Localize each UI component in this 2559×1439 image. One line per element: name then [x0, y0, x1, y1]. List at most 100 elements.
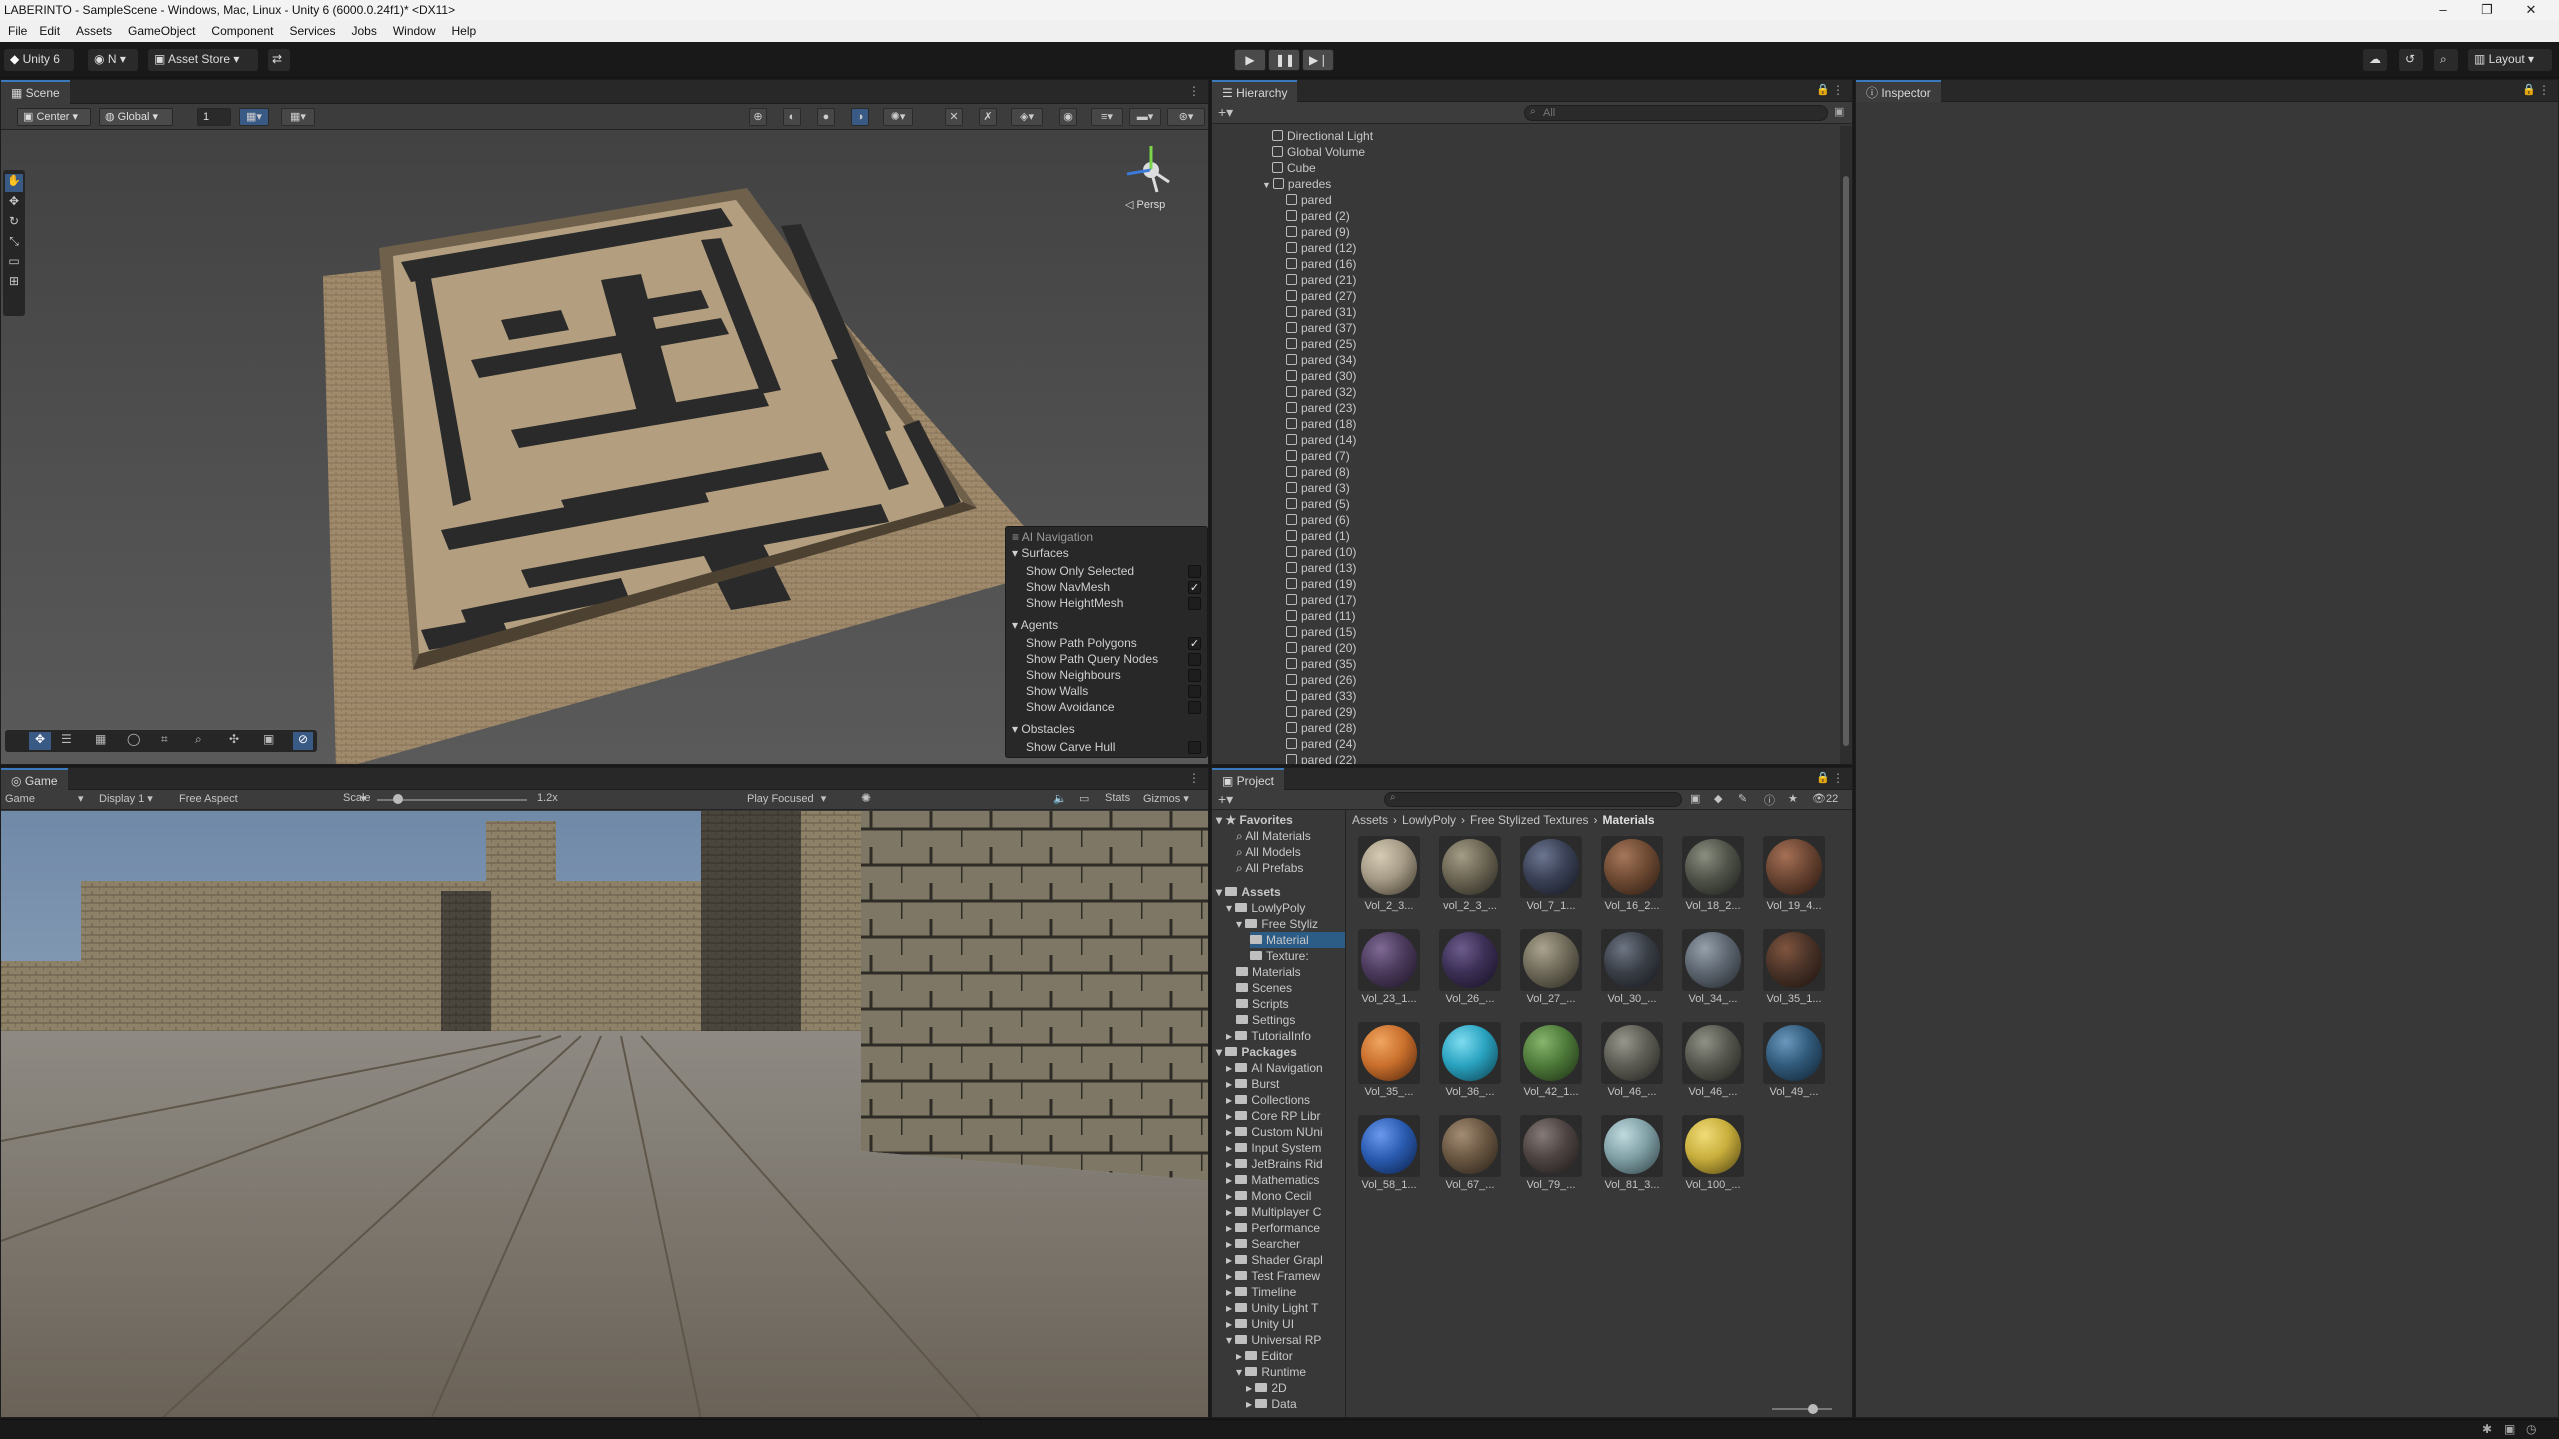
material-thumb[interactable]: Vol_67_... [1439, 1115, 1501, 1191]
transform-tool-icon[interactable]: ⊞ [5, 274, 23, 292]
tree-item[interactable]: pared (35) [1286, 656, 1356, 672]
tree-item[interactable]: pared (14) [1286, 432, 1356, 448]
material-thumb[interactable]: Vol_7_1... [1520, 836, 1582, 912]
folder-item[interactable]: ▸ Input System [1226, 1140, 1321, 1156]
folder-item[interactable]: ⌕ All Materials [1236, 828, 1311, 844]
grid-snap-icon[interactable]: ▦▾ [239, 108, 269, 126]
material-thumb[interactable]: Vol_100_... [1682, 1115, 1744, 1191]
tree-item[interactable]: pared (11) [1286, 608, 1355, 624]
projection-label[interactable]: ◁ Persp [1125, 198, 1165, 211]
tree-item[interactable]: pared (27) [1286, 288, 1356, 304]
material-thumb[interactable]: Vol_19_4... [1763, 836, 1825, 912]
tree-item[interactable]: pared (7) [1286, 448, 1350, 464]
material-thumb[interactable]: Vol_34_... [1682, 929, 1744, 1005]
material-thumb[interactable]: Vol_27_... [1520, 929, 1582, 1005]
tab-hierarchy[interactable]: ☰ Hierarchy [1212, 80, 1298, 102]
gizmos-dropdown-icon[interactable]: ⊛▾ [1167, 108, 1205, 126]
search-by-label-icon[interactable]: ◆ [1714, 792, 1722, 805]
menu-gameobject[interactable]: GameObject [128, 24, 195, 38]
tree-item[interactable]: ▼ paredes [1262, 176, 1331, 192]
tree-item[interactable]: pared (2) [1286, 208, 1350, 224]
vsync-icon[interactable]: ▭ [1079, 792, 1089, 805]
panel-menu-icon[interactable]: ⋮ [2538, 83, 2550, 97]
material-thumb[interactable]: Vol_81_3... [1601, 1115, 1663, 1191]
audio-toggle-icon[interactable]: ◈▾ [1011, 108, 1043, 126]
nav-tool-2-icon[interactable]: ☰ [61, 732, 72, 746]
menu-services[interactable]: Services [289, 24, 335, 38]
tree-item[interactable]: pared (16) [1286, 256, 1356, 272]
search-by-type-icon[interactable]: ▣ [1690, 792, 1700, 805]
agents-foldout[interactable]: ▾ Agents [1012, 617, 1058, 633]
lighting-toggle-icon[interactable]: ✗ [979, 108, 997, 126]
folder-item[interactable]: Settings [1236, 1012, 1295, 1028]
history-icon[interactable]: ↺ [2399, 49, 2423, 71]
maximize-icon[interactable]: ❐ [2465, 0, 2509, 20]
nav-tool-1-icon[interactable]: ✥ [29, 732, 51, 750]
visibility-icon[interactable]: ◉ [1059, 108, 1077, 126]
play-focused-dropdown[interactable]: Play Focused ▾ [747, 792, 826, 805]
hierarchy-scrollbar[interactable] [1840, 126, 1852, 764]
material-thumb[interactable]: Vol_26_... [1439, 929, 1501, 1005]
pivot-dropdown[interactable]: ▣ Center ▾ [17, 108, 91, 126]
show-carve-hull-checkbox[interactable] [1188, 741, 1201, 754]
draw-mode-icon[interactable]: ✺▾ [883, 108, 913, 126]
tree-item[interactable]: pared (1) [1286, 528, 1350, 544]
nav-tool-5-icon[interactable]: ⌗ [161, 732, 168, 747]
account-dropdown[interactable]: ◉ N ▾ [88, 49, 138, 71]
menu-jobs[interactable]: Jobs [351, 24, 376, 38]
folder-item[interactable]: ▸ Shader Grapl [1226, 1252, 1323, 1268]
tree-item[interactable]: pared (20) [1286, 640, 1356, 656]
material-thumb[interactable]: Vol_58_1... [1358, 1115, 1420, 1191]
show-walls-checkbox[interactable] [1188, 685, 1201, 698]
breadcrumb-item-current[interactable]: Materials [1603, 813, 1655, 827]
tree-item[interactable]: pared (15) [1286, 624, 1356, 640]
nav-tool-3-icon[interactable]: ▦ [95, 732, 106, 746]
shading-shaded-wire-icon[interactable]: ◐ [783, 108, 801, 126]
tree-item[interactable]: pared (18) [1286, 416, 1356, 432]
hand-tool-icon[interactable]: ✋ [5, 174, 23, 192]
tree-item[interactable]: pared (6) [1286, 512, 1350, 528]
gizmos-dropdown[interactable]: Gizmos ▾ [1143, 792, 1189, 805]
tree-item[interactable]: Global Volume [1272, 144, 1365, 160]
panel-menu-icon[interactable]: ⋮ [1188, 84, 1200, 98]
material-thumb[interactable]: Vol_35_1... [1763, 929, 1825, 1005]
menu-component[interactable]: Component [211, 24, 273, 38]
lock-icon[interactable]: 🔒 [1816, 771, 1830, 784]
folder-item[interactable]: ▸ Performance [1226, 1220, 1320, 1236]
folder-item[interactable]: ▸ Editor [1236, 1348, 1293, 1364]
show-neighbours-checkbox[interactable] [1188, 669, 1201, 682]
tree-item[interactable]: pared (28) [1286, 720, 1356, 736]
scene-visibility-icon[interactable]: ▣ [1834, 105, 1844, 118]
create-dropdown[interactable]: +▾ [1218, 791, 1233, 808]
folder-item[interactable]: ▸ TutorialInfo [1226, 1028, 1311, 1044]
space-dropdown[interactable]: ◍ Global ▾ [99, 108, 173, 126]
tree-item[interactable]: Directional Light [1272, 128, 1373, 144]
tree-item[interactable]: pared (32) [1286, 384, 1356, 400]
folder-item[interactable]: Materials [1236, 964, 1301, 980]
material-thumb[interactable]: Vol_35_... [1358, 1022, 1420, 1098]
thumbnail-size-slider[interactable] [1772, 1408, 1832, 1410]
scale-slider-thumb[interactable] [393, 794, 403, 804]
folder-item[interactable]: ▾ LowlyPoly [1226, 900, 1305, 916]
close-icon[interactable]: ✕ [2509, 0, 2553, 20]
step-button[interactable]: ▶❘ [1302, 49, 1334, 71]
tab-scene[interactable]: ▦ Scene [1, 80, 70, 104]
favorites-header[interactable]: ▾ ★ Favorites [1216, 812, 1293, 828]
folder-item[interactable]: ▸ Searcher [1226, 1236, 1300, 1252]
thumbnail-size-thumb[interactable] [1808, 1404, 1818, 1414]
tree-item[interactable]: pared (29) [1286, 704, 1356, 720]
nav-tool-8-icon[interactable]: ▣ [263, 732, 274, 746]
tab-inspector[interactable]: ⓘ Inspector [1856, 80, 1941, 102]
show-path-polygons-checkbox[interactable]: ✓ [1188, 637, 1201, 650]
material-thumb[interactable]: Vol_36_... [1439, 1022, 1501, 1098]
tree-item[interactable]: pared (22) [1286, 752, 1356, 764]
aspect-dropdown[interactable]: Free Aspect ▾ [179, 792, 366, 805]
2d-toggle-icon[interactable]: ✕ [945, 108, 963, 126]
tree-item[interactable]: pared (19) [1286, 576, 1356, 592]
material-thumb[interactable]: Vol_30_... [1601, 929, 1663, 1005]
assets-header[interactable]: ▾ Assets [1216, 884, 1281, 900]
surfaces-foldout[interactable]: ▾ Surfaces [1012, 545, 1069, 561]
material-thumb[interactable]: Vol_49_... [1763, 1022, 1825, 1098]
tree-item[interactable]: pared [1286, 192, 1332, 208]
game-mode-dropdown[interactable]: Game ▾ [5, 792, 84, 805]
